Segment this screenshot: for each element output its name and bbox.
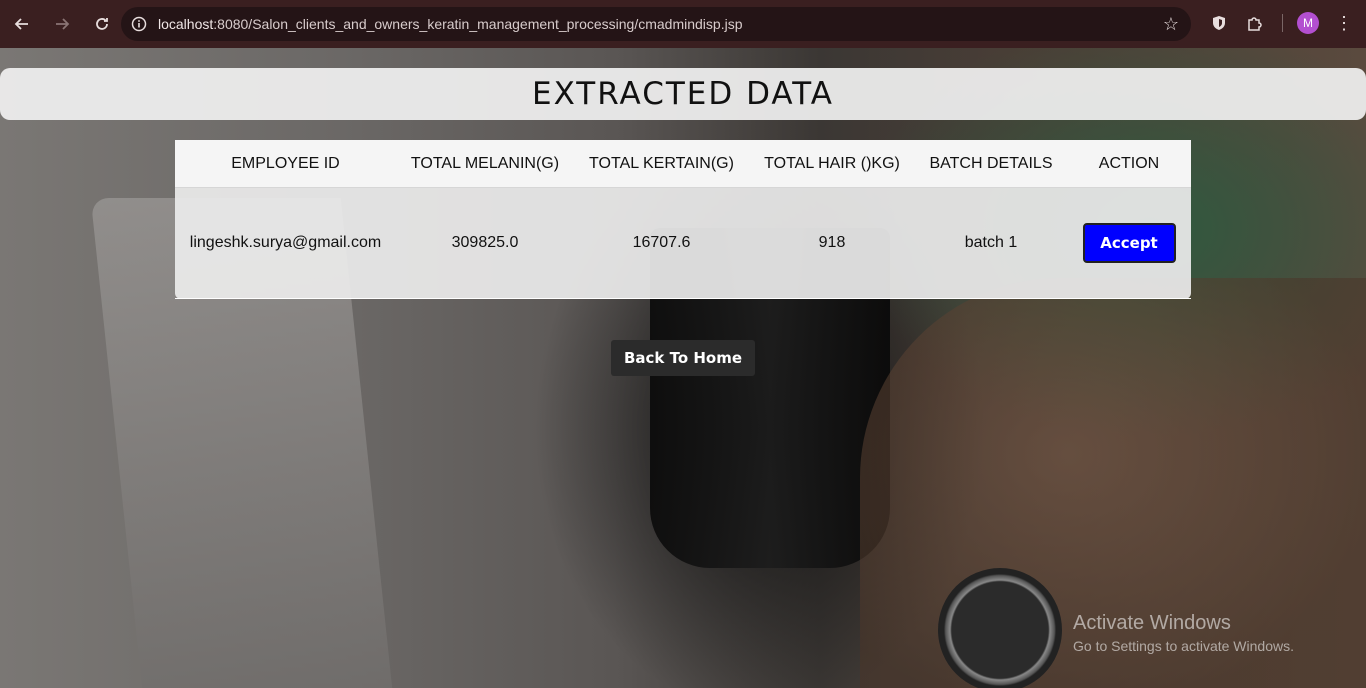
activate-windows-watermark: Activate Windows Go to Settings to activ… <box>1073 612 1294 654</box>
url-host: localhost <box>158 16 214 32</box>
page-title: EXTRACTED DATA <box>532 76 834 112</box>
activate-windows-title: Activate Windows <box>1073 612 1231 634</box>
header-total-keratin: TOTAL KERTAIN(G) <box>589 154 734 172</box>
address-bar[interactable]: localhost:8080/Salon_clients_and_owners_… <box>121 7 1191 41</box>
header-total-hair: TOTAL HAIR ()KG) <box>764 154 900 172</box>
page-body: EXTRACTED DATA EMPLOYEE ID TOTAL MELANIN… <box>0 48 1366 688</box>
table-header-row: EMPLOYEE ID TOTAL MELANIN(G) TOTAL KERTA… <box>175 140 1191 188</box>
back-arrow-icon[interactable] <box>4 6 40 42</box>
cell-action: Accept <box>1067 223 1191 263</box>
extracted-data-table: EMPLOYEE ID TOTAL MELANIN(G) TOTAL KERTA… <box>175 140 1191 299</box>
page-title-bar: EXTRACTED DATA <box>0 68 1366 120</box>
profile-avatar[interactable]: M <box>1297 12 1319 34</box>
cell-total-hair: 918 <box>818 234 846 251</box>
cell-total-melanin: 309825.0 <box>451 234 519 251</box>
activate-windows-subtitle: Go to Settings to activate Windows. <box>1073 638 1294 654</box>
puzzle-extensions-icon[interactable] <box>1240 8 1270 38</box>
kebab-menu-icon[interactable]: ⋮ <box>1335 13 1353 34</box>
background-watch <box>938 568 1062 688</box>
url-path: :8080/Salon_clients_and_owners_keratin_m… <box>213 16 743 32</box>
reload-icon[interactable] <box>84 6 120 42</box>
header-employee-id: EMPLOYEE ID <box>231 154 340 172</box>
url-text: localhost:8080/Salon_clients_and_owners_… <box>158 16 742 32</box>
accept-button[interactable]: Accept <box>1082 223 1176 263</box>
cell-batch-details: batch 1 <box>964 234 1018 251</box>
bookmark-star-icon[interactable]: ☆ <box>1163 14 1179 35</box>
header-action: ACTION <box>1098 154 1160 172</box>
back-to-home-button[interactable]: Back To Home <box>611 340 755 376</box>
header-batch-details: BATCH DETAILS <box>929 154 1053 172</box>
toolbar-divider <box>1282 14 1283 32</box>
cell-employee-id: lingeshk.surya@gmail.com <box>189 234 382 251</box>
forward-arrow-icon[interactable] <box>44 6 80 42</box>
table-bottom-border <box>175 298 1191 299</box>
extensions-area: M ⋮ <box>1204 8 1353 38</box>
shield-extension-icon[interactable] <box>1204 8 1234 38</box>
table-row: lingeshk.surya@gmail.com 309825.0 16707.… <box>175 188 1191 298</box>
site-info-icon[interactable] <box>124 9 154 39</box>
header-total-melanin: TOTAL MELANIN(G) <box>410 154 560 172</box>
cell-total-keratin: 16707.6 <box>632 234 691 251</box>
browser-toolbar: localhost:8080/Salon_clients_and_owners_… <box>0 0 1366 48</box>
